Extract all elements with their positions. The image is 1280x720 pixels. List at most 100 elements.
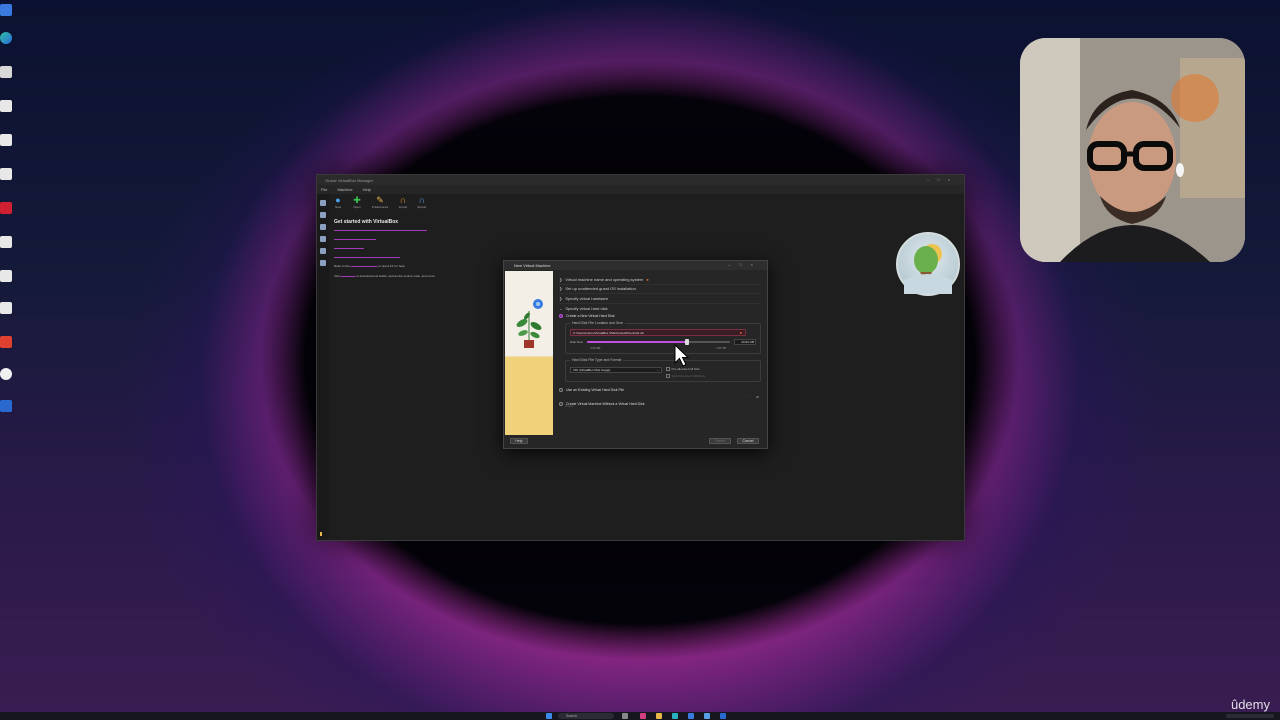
- taskbar: Search: [0, 712, 1280, 720]
- finish-button[interactable]: Finish: [709, 438, 731, 444]
- help-button[interactable]: Help: [510, 438, 528, 444]
- desktop-shortcut-icon[interactable]: [0, 368, 12, 380]
- use-existing-option[interactable]: Use an Existing Virtual Hard Disk File: [559, 388, 761, 392]
- window-corner-marker: [320, 532, 322, 536]
- slider-max-label: 2.00 TB: [716, 346, 726, 350]
- existing-disk-row: Empty ⌄ ▰: [565, 394, 761, 408]
- window-controls[interactable]: –□×: [927, 177, 958, 182]
- desktop-shortcut-icon[interactable]: [0, 236, 12, 248]
- section-label: Specify virtual hardware: [565, 295, 609, 301]
- radio-use-existing[interactable]: [559, 388, 563, 392]
- preferences-button[interactable]: ✎ Preferences: [369, 195, 391, 210]
- presenter-video: [1020, 38, 1245, 262]
- radio-create-new[interactable]: [559, 314, 563, 318]
- disk-path-input[interactable]: C:\Users\marco\VirtualBox VMs\Centos9\Ce…: [570, 329, 746, 336]
- desktop-shortcut-icon[interactable]: [0, 168, 12, 180]
- section-name-os[interactable]: ❯ Virtual machine name and operating syst…: [559, 275, 761, 285]
- desktop-shortcut-icon[interactable]: [0, 202, 12, 214]
- tools-icon[interactable]: [320, 200, 326, 206]
- export-button[interactable]: ∩ Export: [415, 195, 429, 210]
- section-hard-disk[interactable]: ⌄ Specify virtual hard disk: [559, 304, 761, 314]
- desktop-shortcut-icon[interactable]: [0, 134, 12, 146]
- desktop-shortcut-icon[interactable]: [0, 302, 12, 314]
- split-checkbox[interactable]: [666, 374, 670, 378]
- add-label: Open: [353, 205, 361, 209]
- slider-fill: [587, 341, 688, 343]
- media-icon[interactable]: [320, 236, 326, 242]
- desktop-shortcut-icon[interactable]: [0, 66, 12, 78]
- existing-disk-select[interactable]: Empty: [565, 404, 574, 408]
- menu-help[interactable]: Help: [363, 187, 371, 194]
- welcome-link[interactable]: ▬▬▬▬▬▬▬▬▬▬: [334, 246, 514, 250]
- refer-prefix: Refer to the: [334, 264, 350, 268]
- preallocate-checkbox[interactable]: [666, 367, 670, 371]
- welcome-link[interactable]: ▬▬▬▬▬▬▬▬▬▬▬▬▬▬: [334, 237, 514, 241]
- chevron-right-icon: ❯: [559, 286, 563, 292]
- wrench-icon: ✎: [376, 195, 384, 205]
- network-icon[interactable]: [320, 224, 326, 230]
- desktop-icon-column: [0, 0, 14, 440]
- task-view-icon[interactable]: [622, 713, 628, 719]
- radio-no-disk[interactable]: [559, 402, 563, 406]
- mouse-cursor-icon: [674, 344, 690, 367]
- disk-size-input[interactable]: 20.00 GB: [734, 339, 756, 345]
- website-link[interactable]: ▬▬▬▬▬: [340, 274, 355, 278]
- menu-file[interactable]: File: [321, 187, 327, 194]
- visit-suffix: to download test builds, access the sour…: [356, 274, 436, 278]
- folder-icon[interactable]: ▰: [756, 394, 759, 399]
- location-group-label: Hard Disk File Location and Size: [570, 321, 625, 325]
- virtualbox-taskbar-icon[interactable]: [720, 713, 726, 719]
- user-manual-link[interactable]: ▬▬▬▬▬▬▬▬▬: [351, 264, 378, 268]
- taskbar-app-icon[interactable]: [640, 713, 646, 719]
- export-icon: ∩: [418, 195, 426, 205]
- taskbar-search[interactable]: Search: [558, 713, 614, 719]
- welcome-link[interactable]: ▬▬▬▬▬▬▬▬▬▬▬▬▬▬▬▬▬▬▬▬▬▬▬▬▬▬▬▬▬▬▬: [334, 228, 514, 232]
- slider-min-label: 4.00 MB: [590, 346, 601, 350]
- desktop-shortcut-icon[interactable]: [0, 4, 12, 16]
- desktop-shortcut-icon[interactable]: [0, 336, 12, 348]
- type-format-row: VDI (VirtualBox Disk Image) ⌄ Pre-alloca…: [570, 367, 756, 378]
- help-hint: Refer to the ▬▬▬▬▬▬▬▬▬ or press F1 for h…: [334, 264, 514, 268]
- plus-icon: ✚: [353, 195, 361, 205]
- warning-icon: ●: [646, 276, 649, 282]
- system-tray[interactable]: [1226, 714, 1274, 718]
- section-unattended[interactable]: ❯ Set up unattended guest OS installation: [559, 285, 761, 294]
- taskbar-app-icon[interactable]: [688, 713, 694, 719]
- section-label: Set up unattended guest OS installation: [565, 286, 636, 292]
- edge-icon[interactable]: [672, 713, 678, 719]
- cloud-icon[interactable]: [320, 248, 326, 254]
- no-disk-option[interactable]: Create Virtual Machine Without a Virtual…: [559, 402, 761, 406]
- new-button[interactable]: ● New: [331, 196, 345, 210]
- dialog-title: New Virtual Machine: [514, 263, 551, 268]
- disk-format-select[interactable]: VDI (VirtualBox Disk Image) ⌄: [570, 367, 662, 373]
- disk-size-slider[interactable]: [587, 339, 730, 345]
- section-label: Specify virtual hard disk: [565, 305, 608, 311]
- plant-illustration: [516, 299, 543, 348]
- window-titlebar: Oracle VirtualBox Manager –□×: [317, 175, 964, 185]
- add-button[interactable]: ✚ Open: [350, 195, 364, 210]
- edge-icon[interactable]: [0, 32, 12, 44]
- machine-list-icon[interactable]: [320, 212, 326, 218]
- create-new-disk-option[interactable]: Create a New Virtual Hard Disk: [559, 314, 761, 318]
- desktop-shortcut-icon[interactable]: [0, 100, 12, 112]
- desktop-shortcut-icon[interactable]: [0, 270, 12, 282]
- export-label: Export: [417, 205, 427, 209]
- section-hardware[interactable]: ❯ Specify virtual hardware: [559, 294, 761, 304]
- windows-start-icon[interactable]: [546, 713, 552, 719]
- no-disk-label: Create Virtual Machine Without a Virtual…: [566, 402, 645, 406]
- dialog-window-controls[interactable]: –□×: [728, 262, 762, 267]
- create-new-disk-label: Create a New Virtual Hard Disk: [566, 314, 615, 318]
- welcome-link[interactable]: ▬▬▬▬▬▬▬▬▬▬▬▬▬▬▬▬▬▬▬▬▬▬: [334, 255, 514, 259]
- section-label: Virtual machine name and operating syste…: [565, 276, 644, 282]
- chevron-down-icon: ⌄: [748, 394, 751, 398]
- taskbar-app-icon[interactable]: [704, 713, 710, 719]
- file-explorer-icon[interactable]: [656, 713, 662, 719]
- split-option[interactable]: Split Disk into 2 GB Parts: [666, 374, 705, 378]
- tools-sidebar: [317, 194, 329, 540]
- virtualbox-desktop-icon[interactable]: [0, 400, 12, 412]
- menu-machine[interactable]: Machine: [337, 187, 352, 194]
- import-button[interactable]: ∩ Import: [396, 196, 410, 210]
- balloon-logo-icon: [904, 244, 952, 294]
- activities-icon[interactable]: [320, 260, 326, 266]
- cancel-button[interactable]: Cancel: [737, 438, 759, 444]
